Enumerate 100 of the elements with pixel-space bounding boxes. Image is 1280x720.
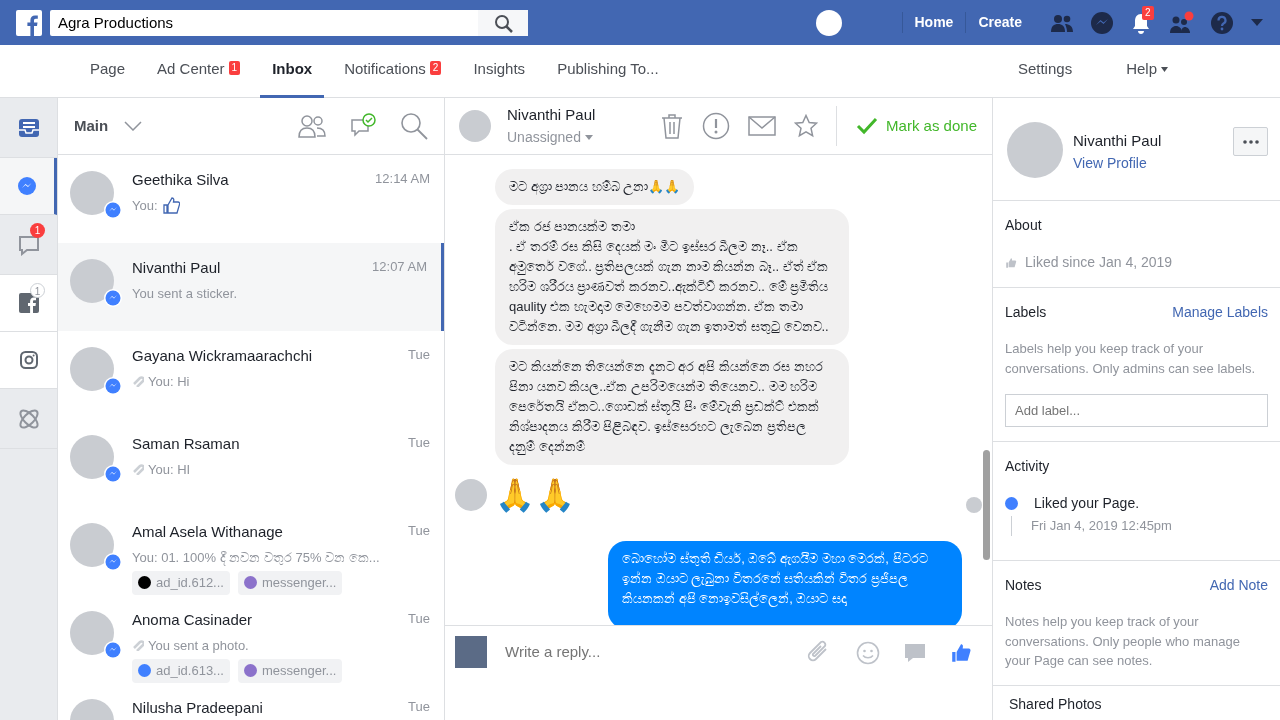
avatar-placeholder: [70, 523, 114, 567]
timestamp: Tue: [408, 434, 430, 452]
people-alert-icon[interactable]: [1168, 10, 1194, 35]
contact-name: Nivanthi Paul: [132, 258, 221, 278]
messenger-badge-icon: [104, 465, 122, 483]
search-icon[interactable]: [400, 112, 428, 140]
speech-bubble-icon[interactable]: [16, 233, 41, 256]
scrollbar-thumb[interactable]: [983, 450, 990, 560]
avatar-placeholder: [70, 611, 114, 655]
contact-name: Anoma Casinader: [132, 610, 253, 630]
conversation-item[interactable]: Geethika Silva 12:14 AM You:: [58, 155, 444, 243]
smiley-icon[interactable]: [856, 641, 880, 665]
paperclip-icon: [132, 639, 144, 652]
trash-icon[interactable]: [660, 113, 685, 139]
section-title: Shared Photos: [1009, 695, 1102, 712]
page-tab[interactable]: Insights: [461, 44, 538, 98]
liked-since-text: Liked since Jan 4, 2019: [1025, 253, 1173, 272]
conversation-item[interactable]: Saman Rsaman Tue You: HI: [58, 419, 444, 507]
messenger-badge-icon: [104, 377, 122, 395]
nav-link[interactable]: Create: [965, 12, 1034, 33]
timestamp: 12:07 AM: [372, 258, 427, 276]
avatar-placeholder: [70, 435, 114, 479]
check-icon: [856, 117, 879, 135]
count-badge: 1: [30, 283, 45, 298]
chat-check-icon[interactable]: [350, 113, 376, 139]
thumbs-up-icon[interactable]: [950, 642, 972, 664]
page-tab[interactable]: Notifications 2: [332, 44, 454, 98]
chat-bubble-icon[interactable]: [904, 643, 926, 663]
facebook-logo-icon[interactable]: [16, 9, 42, 36]
nav-link[interactable]: Home: [901, 12, 966, 33]
contact-name: Nivanthi Paul: [1073, 131, 1163, 151]
atom-icon[interactable]: [16, 406, 41, 431]
search-icon: [493, 12, 513, 33]
messenger-icon[interactable]: [1090, 10, 1114, 35]
avatar-placeholder: [70, 347, 114, 391]
emoji-message: 🙏🙏: [495, 477, 575, 513]
help-icon[interactable]: [1210, 10, 1234, 35]
section-title: Notes: [1005, 576, 1042, 595]
help-menu[interactable]: Help: [1114, 44, 1180, 98]
contact-name: Gayana Wickramaarachchi: [132, 346, 313, 366]
timestamp: Tue: [408, 522, 430, 540]
conversation-item[interactable]: Nilusha Pradeepani Tue: [58, 683, 444, 720]
notification-badge: 2: [1142, 6, 1154, 21]
alert-icon[interactable]: [702, 112, 731, 140]
filter-dropdown[interactable]: Main: [74, 114, 143, 138]
contact-name: Nivanthi Paul: [507, 105, 596, 126]
message-preview: You sent a photo.: [148, 636, 249, 655]
message-bubble: මට අග්‍රා පානය හම්බ උනා🙏🙏: [495, 169, 695, 205]
manage-labels-link[interactable]: Manage Labels: [1172, 302, 1268, 323]
message-bubble: මට කියන්නෙ තියෙන්නෙ දැනට අර අපි කියන්නෙ රස නහර පිනා යනව කියල..ඒක උපරිමයෙන්ම තියෙනව.. මම හරිම පෙරේතයි ඒකට..ගොඩක් ස්තූයි පිං මේවැනි ප්‍රඩක්ට් එකක් නිශ්පාදනය කිරීම පිළිබඳව. ඉස්සෙරහට ලැබෙන ප්‍රතිපල දනුම් දෙන්නම්: [495, 349, 849, 465]
read-receipt-avatar: [966, 497, 982, 513]
thumbs-up-icon: [161, 196, 180, 215]
conversation-item[interactable]: Gayana Wickramaarachchi Tue You: Hi: [58, 331, 444, 419]
caret-down-icon: [584, 134, 593, 140]
activity-dot: [1005, 497, 1018, 510]
avatar-placeholder: [455, 479, 487, 511]
caret-down-icon[interactable]: [1250, 17, 1264, 28]
instagram-icon[interactable]: [19, 351, 38, 369]
activity-time: Fri Jan 4, 2019 12:45pm: [1031, 517, 1172, 536]
message-preview: You: Hi: [148, 372, 190, 391]
star-icon[interactable]: [794, 114, 819, 138]
activity-text: Liked your Page.: [1034, 494, 1140, 513]
timestamp: Tue: [408, 698, 430, 716]
caret-down-icon: [1161, 67, 1168, 72]
message-preview: You sent a sticker.: [132, 284, 238, 303]
chevron-down-icon: [124, 121, 143, 131]
more-options-button[interactable]: [1233, 127, 1268, 156]
timestamp: Tue: [408, 610, 430, 628]
profile-avatar[interactable]: [815, 9, 842, 36]
page-tab[interactable]: Page: [78, 44, 138, 98]
conversation-item[interactable]: Nivanthi Paul 12:07 AM You sent a sticker.: [58, 243, 444, 331]
envelope-icon[interactable]: [748, 116, 777, 136]
page-tab[interactable]: Ad Center 1: [145, 44, 253, 98]
messenger-badge-icon: [104, 641, 122, 659]
message-preview: You:: [132, 196, 158, 215]
more-icon: [1242, 139, 1259, 144]
messenger-icon[interactable]: [17, 176, 37, 196]
page-tab[interactable]: Publishing To...: [545, 44, 671, 98]
count-badge: 1: [228, 60, 241, 75]
search-field[interactable]: Agra Productions: [50, 9, 478, 36]
section-title: Labels: [1005, 303, 1047, 322]
thumbs-up-icon: [1005, 256, 1017, 269]
settings-link[interactable]: Settings: [1005, 44, 1085, 98]
rail-item[interactable]: [0, 158, 57, 215]
people-icon[interactable]: [298, 114, 326, 138]
avatar-placeholder: [70, 171, 114, 215]
inbox-tray-icon[interactable]: [17, 117, 40, 138]
avatar-placeholder: [459, 110, 491, 142]
facebook-icon[interactable]: [18, 293, 39, 313]
view-profile-link[interactable]: View Profile: [1073, 154, 1147, 171]
paperclip-icon: [132, 463, 144, 476]
search-button[interactable]: [478, 9, 528, 36]
messenger-badge-icon: [104, 289, 122, 307]
help-text: Labels help you keep track of your conversations. Only admins can see labels.: [1005, 340, 1256, 378]
page-tab[interactable]: Inbox: [260, 44, 325, 98]
friends-icon[interactable]: [1050, 12, 1074, 33]
contact-name: Saman Rsaman: [132, 434, 240, 454]
add-label-field[interactable]: Add label...: [1005, 394, 1268, 427]
timestamp: Tue: [408, 346, 430, 364]
add-note-link[interactable]: Add Note: [1209, 575, 1268, 596]
